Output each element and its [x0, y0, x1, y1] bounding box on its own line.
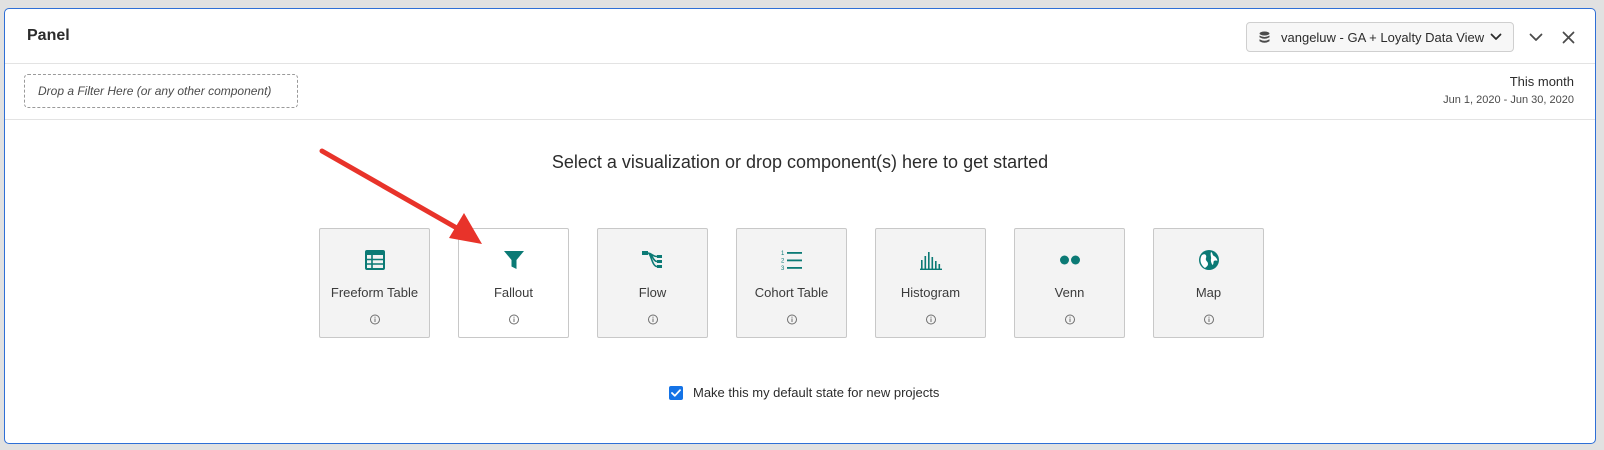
numbered-list-icon: 1 2 3	[780, 248, 804, 272]
viz-tile-cohort-table[interactable]: 1 2 3 Cohort Table	[736, 228, 847, 338]
viz-label: Histogram	[900, 285, 961, 300]
filter-bar: Drop a Filter Here (or any other compone…	[5, 64, 1595, 120]
viz-label: Cohort Table	[754, 285, 829, 300]
info-icon[interactable]	[925, 314, 936, 325]
viz-label: Freeform Table	[330, 285, 419, 300]
get-started-prompt: Select a visualization or drop component…	[551, 152, 1049, 172]
panel-title: Panel	[27, 27, 70, 44]
checkmark-icon	[671, 388, 681, 397]
viz-tile-map[interactable]: Map	[1153, 228, 1264, 338]
info-icon[interactable]	[508, 314, 519, 325]
info-icon[interactable]	[786, 314, 797, 325]
panel: Panel vangeluw - GA + Loyalty Data View	[4, 8, 1596, 444]
close-icon	[1562, 31, 1574, 43]
chevron-down-icon	[1529, 33, 1543, 41]
viz-label: Fallout	[493, 285, 534, 300]
venn-icon	[1058, 248, 1082, 272]
viz-label: Flow	[638, 285, 667, 300]
histogram-icon	[919, 248, 943, 272]
panel-header: Panel vangeluw - GA + Loyalty Data View	[5, 9, 1595, 64]
viz-label: Map	[1195, 285, 1222, 300]
collapse-panel-button[interactable]	[1526, 27, 1546, 47]
info-icon[interactable]	[647, 314, 658, 325]
funnel-icon	[502, 248, 526, 272]
info-icon[interactable]	[369, 314, 380, 325]
date-range-dates: Jun 1, 2020 - Jun 30, 2020	[1443, 94, 1574, 106]
default-state-checkbox[interactable]	[669, 385, 683, 400]
chevron-down-icon	[1489, 30, 1503, 44]
svg-text:1: 1	[781, 251, 785, 257]
viz-tile-flow[interactable]: Flow	[597, 228, 708, 338]
data-view-label: vangeluw - GA + Loyalty Data View	[1281, 29, 1485, 45]
viz-tile-histogram[interactable]: Histogram	[875, 228, 986, 338]
date-range-picker[interactable]: This month Jun 1, 2020 - Jun 30, 2020	[1443, 74, 1574, 108]
viz-tile-venn[interactable]: Venn	[1014, 228, 1125, 338]
data-view-selector[interactable]: vangeluw - GA + Loyalty Data View	[1246, 22, 1514, 52]
default-state-label: Make this my default state for new proje…	[693, 385, 940, 400]
close-panel-button[interactable]	[1558, 27, 1578, 47]
date-range-name: This month	[1509, 74, 1574, 89]
database-icon	[1257, 30, 1271, 44]
viz-tile-freeform-table[interactable]: Freeform Table	[319, 228, 430, 338]
globe-icon	[1197, 248, 1221, 272]
table-icon	[363, 248, 387, 272]
info-icon[interactable]	[1203, 314, 1214, 325]
svg-text:2: 2	[781, 259, 785, 265]
info-icon[interactable]	[1064, 314, 1075, 325]
filter-drop-zone[interactable]: Drop a Filter Here (or any other compone…	[24, 74, 298, 108]
viz-tile-fallout[interactable]: Fallout	[458, 228, 569, 338]
default-state-row: Make this my default state for new proje…	[669, 385, 939, 400]
flow-icon	[641, 248, 665, 272]
viz-label: Venn	[1054, 285, 1085, 300]
svg-text:3: 3	[781, 266, 785, 271]
